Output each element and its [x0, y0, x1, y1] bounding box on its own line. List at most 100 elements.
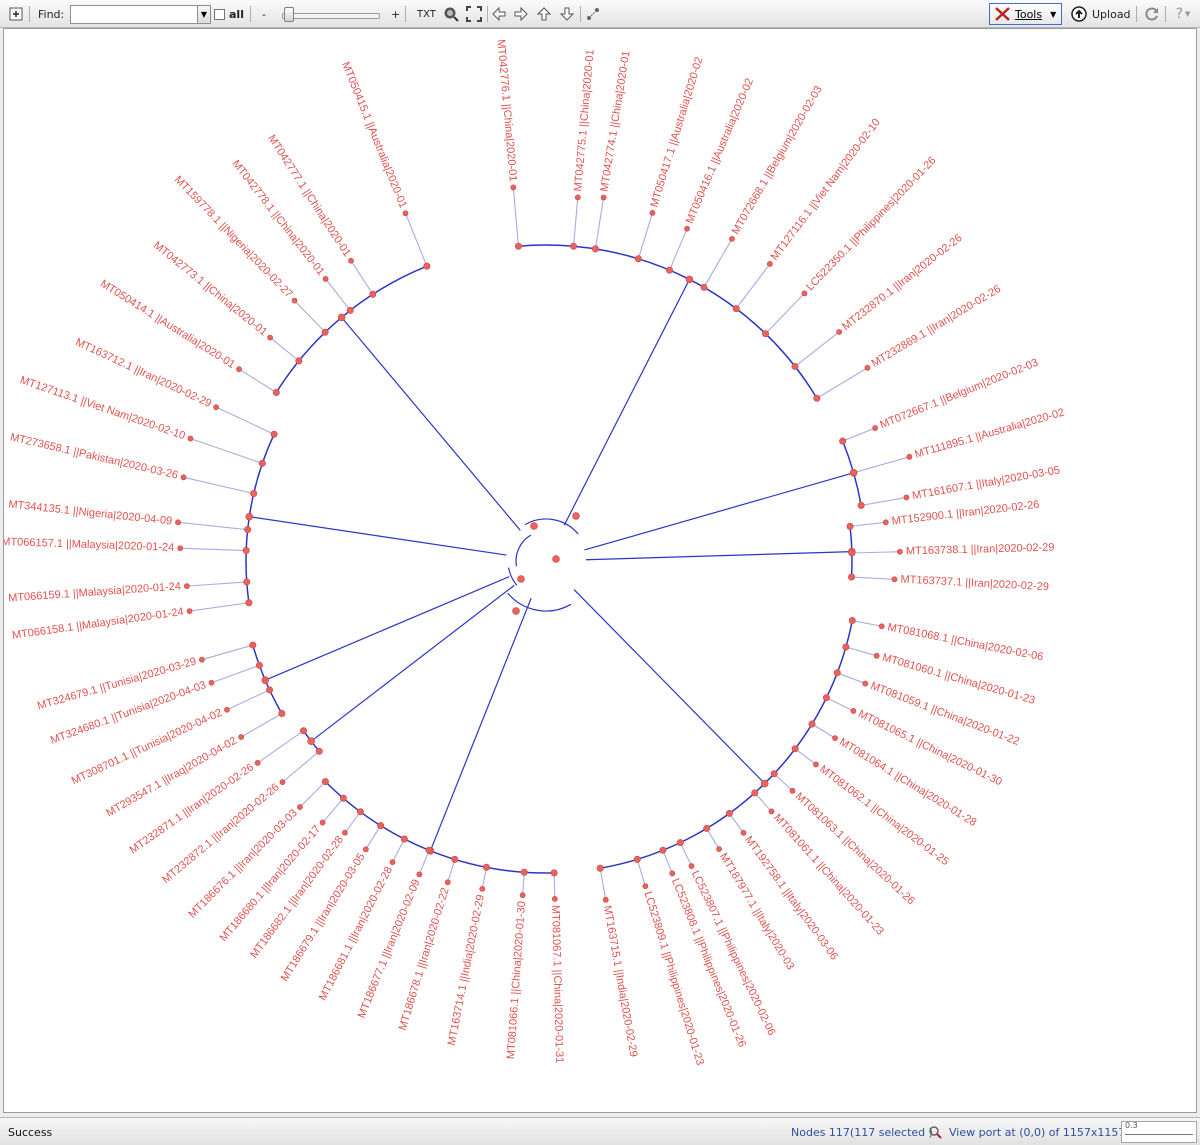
internal-node[interactable]: [770, 770, 778, 778]
leaf-label[interactable]: MT081066.1 ||China|2020-01-30: [505, 901, 528, 1060]
internal-node[interactable]: [321, 778, 329, 786]
leaf-node[interactable]: [551, 895, 558, 902]
leaf-label[interactable]: MT163737.1 ||Iran|2020-02-29: [900, 573, 1049, 593]
internal-node[interactable]: [570, 242, 578, 250]
leaf-node[interactable]: [175, 519, 181, 526]
leaf-node[interactable]: [766, 261, 773, 267]
internal-node[interactable]: [266, 686, 274, 694]
leaf-node[interactable]: [479, 885, 486, 892]
internal-node[interactable]: [295, 357, 303, 365]
internal-node[interactable]: [732, 305, 740, 313]
leaf-label[interactable]: MT111895.1 ||Australia|2020-02: [913, 407, 1065, 461]
internal-node[interactable]: [839, 437, 847, 445]
internal-node[interactable]: [596, 864, 604, 872]
leaf-node[interactable]: [319, 819, 326, 826]
internal-node[interactable]: [813, 394, 821, 402]
pan-right-button[interactable]: [512, 5, 530, 23]
leaf-node[interactable]: [183, 583, 190, 590]
layout-button[interactable]: [584, 5, 602, 23]
leaf-node[interactable]: [416, 871, 423, 878]
leaf-node[interactable]: [208, 679, 215, 686]
leaf-label[interactable]: MT273658.1 ||Pakistan|2020-03-26: [9, 431, 179, 481]
internal-node[interactable]: [703, 824, 711, 832]
internal-node[interactable]: [517, 575, 525, 583]
leaf-label[interactable]: MT152900.1 ||Iran|2020-02-26: [891, 499, 1040, 528]
leaf-node[interactable]: [642, 883, 649, 890]
internal-node[interactable]: [791, 362, 799, 370]
leaf-node[interactable]: [789, 787, 796, 794]
internal-node[interactable]: [356, 808, 364, 816]
internal-node[interactable]: [300, 727, 308, 735]
internal-node[interactable]: [272, 388, 280, 396]
txt-export-button[interactable]: TXT: [417, 9, 436, 20]
leaf-label[interactable]: MT066157.1 ||Malaysia|2020-01-24: [3, 536, 174, 554]
zoom-slider[interactable]: [282, 13, 380, 19]
internal-node[interactable]: [270, 430, 278, 438]
internal-node[interactable]: [369, 290, 377, 298]
zoom-out-button[interactable]: -: [262, 8, 266, 21]
internal-node[interactable]: [482, 863, 490, 871]
leaf-node[interactable]: [768, 808, 775, 815]
leaf-label[interactable]: MT081068.1 ||China|2020-02-06: [886, 621, 1044, 663]
leaf-node[interactable]: [891, 576, 898, 583]
leaf-node[interactable]: [669, 870, 676, 877]
leaf-label[interactable]: MT066159.1 ||Malaysia|2020-01-24: [8, 580, 181, 604]
leaf-node[interactable]: [254, 759, 261, 766]
tools-menu-button[interactable]: Tools ▼: [989, 3, 1062, 25]
leaf-node[interactable]: [238, 734, 245, 740]
leaf-label[interactable]: MT232871.1 ||Iran|2020-02-26: [128, 761, 257, 856]
leaf-label[interactable]: MT081064.1 ||China|2020-01-28: [837, 736, 978, 829]
leaf-node[interactable]: [362, 846, 369, 853]
internal-node[interactable]: [512, 607, 520, 615]
leaf-label[interactable]: MT042777.1 ||China|2020-01: [265, 133, 353, 259]
leaf-node[interactable]: [716, 846, 722, 852]
leaf-label[interactable]: MT186681.1 ||Iran|2020-02-28: [317, 865, 395, 1003]
leaf-node[interactable]: [574, 194, 581, 201]
internal-node[interactable]: [634, 255, 642, 263]
leaf-node[interactable]: [850, 708, 857, 714]
internal-node[interactable]: [243, 578, 251, 586]
internal-node[interactable]: [242, 547, 250, 555]
refresh-button[interactable]: [1143, 5, 1161, 23]
leaf-node[interactable]: [267, 334, 274, 341]
expand-all-button[interactable]: [7, 5, 25, 23]
leaf-node[interactable]: [186, 608, 193, 615]
internal-node[interactable]: [760, 779, 769, 788]
internal-node[interactable]: [321, 328, 329, 336]
tree-canvas[interactable]: MT042776.1 ||China|2020-01 MT042775.1 ||C…: [3, 28, 1197, 1113]
internal-node[interactable]: [249, 641, 257, 649]
leaf-node[interactable]: [322, 275, 329, 282]
leaf-node[interactable]: [873, 652, 880, 659]
leaf-node[interactable]: [882, 519, 889, 526]
zoom-mini-slider[interactable]: 0.3: [1121, 1121, 1197, 1143]
all-checkbox[interactable]: [214, 9, 225, 20]
internal-node[interactable]: [245, 599, 253, 607]
internal-node[interactable]: [591, 245, 599, 253]
leaf-node[interactable]: [740, 829, 747, 836]
leaf-node[interactable]: [510, 184, 517, 191]
internal-node[interactable]: [520, 868, 528, 876]
phylogenetic-tree[interactable]: MT042776.1 ||China|2020-01 MT042775.1 ||C…: [3, 28, 1197, 1113]
pan-up-button[interactable]: [535, 5, 553, 23]
internal-node[interactable]: [833, 669, 841, 677]
leaf-label[interactable]: MT161607.1 ||Italy|2020-03-05: [911, 464, 1061, 502]
leaf-node[interactable]: [279, 779, 286, 786]
leaf-node[interactable]: [602, 896, 609, 903]
internal-node[interactable]: [633, 855, 641, 863]
leaf-node[interactable]: [236, 366, 242, 373]
internal-node[interactable]: [245, 512, 254, 521]
zoom-slider-handle[interactable]: [284, 7, 294, 22]
leaf-label[interactable]: MT344135.1 ||Nigeria|2020-04-09: [8, 498, 173, 527]
zoom-in-button[interactable]: +: [391, 8, 400, 21]
leaf-label[interactable]: MT163714.1 ||India|2020-02-29: [446, 894, 487, 1047]
leaf-label[interactable]: MT042778.1 ||China|2020-01: [230, 158, 327, 278]
internal-node[interactable]: [258, 459, 266, 467]
leaf-label[interactable]: MT066158.1 ||Malaysia|2020-01-24: [11, 606, 184, 642]
internal-node[interactable]: [261, 676, 270, 684]
leaf-node[interactable]: [348, 257, 354, 264]
leaf-label[interactable]: MT050417.1 ||Australia|2020-02: [648, 56, 705, 209]
internal-node[interactable]: [685, 275, 694, 284]
pan-left-button[interactable]: [490, 5, 508, 23]
leaf-node[interactable]: [903, 494, 910, 501]
leaf-node[interactable]: [813, 761, 819, 768]
